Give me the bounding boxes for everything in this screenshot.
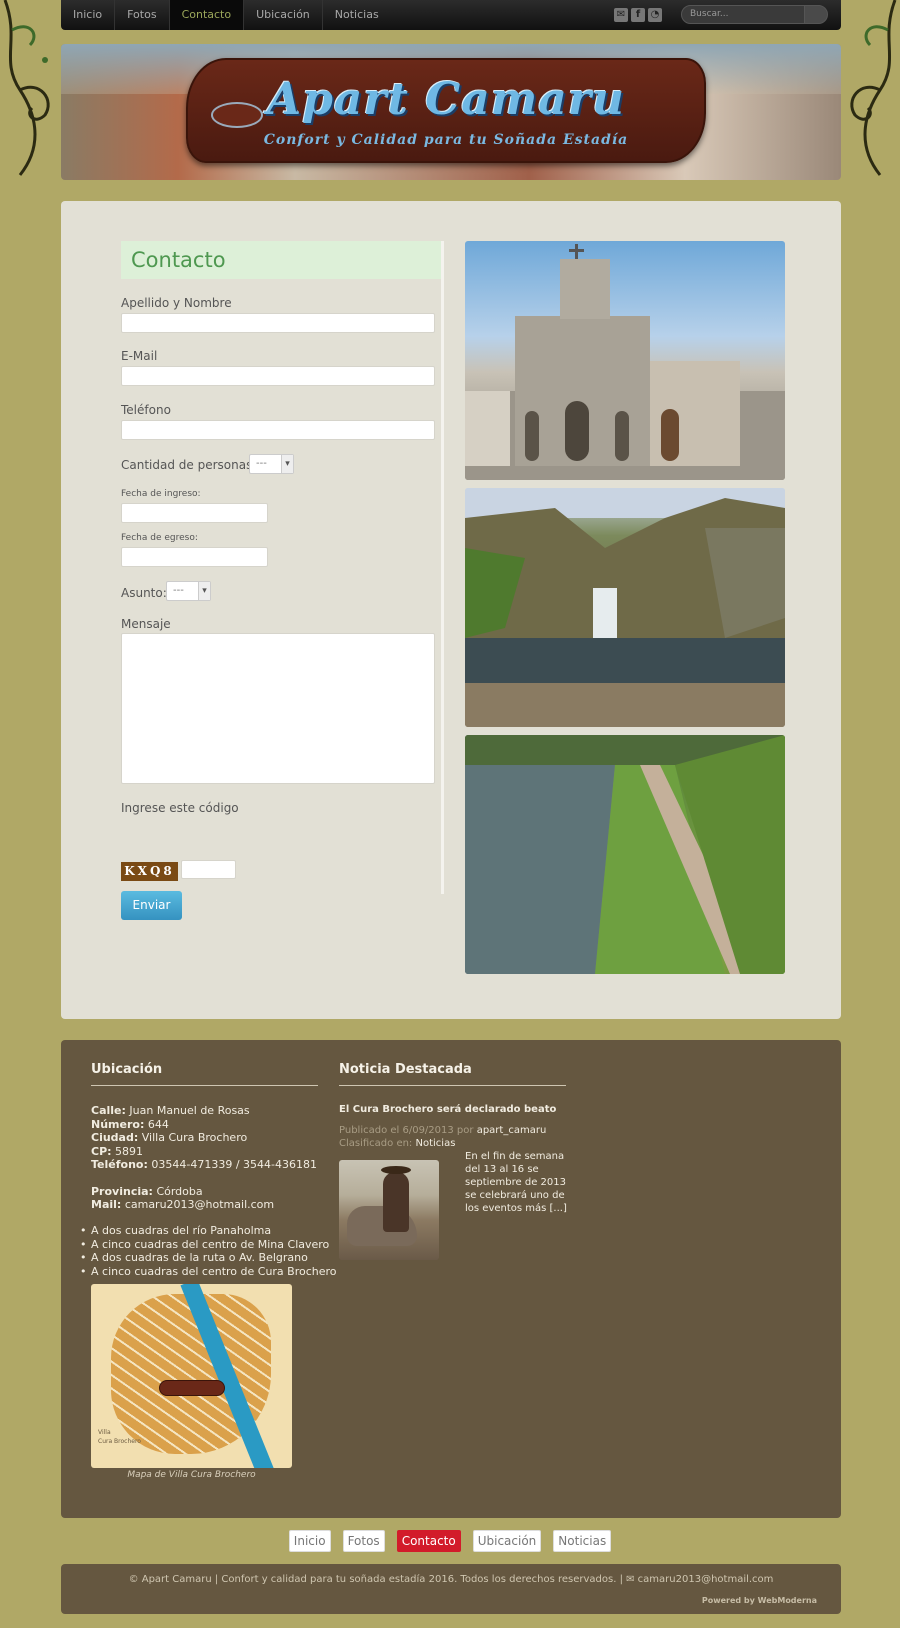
subject-select[interactable]: ---	[166, 581, 211, 601]
mail-value: camaru2013@hotmail.com	[124, 1198, 275, 1211]
number-value: 644	[147, 1117, 169, 1131]
map-town-label: Villa Cura Brochero	[98, 1429, 141, 1445]
footer-nav-inicio[interactable]: Inicio	[288, 1530, 331, 1552]
email-icon[interactable]: ✉	[614, 8, 628, 22]
province-value: Córdoba	[156, 1184, 203, 1198]
message-textarea[interactable]	[121, 633, 435, 784]
footer-nav-contacto[interactable]: Contacto	[396, 1530, 461, 1552]
list-item: A cinco cuadras del centro de Mina Clave…	[80, 1238, 337, 1252]
checkout-field[interactable]	[121, 547, 268, 567]
thumbnail-rider	[383, 1172, 409, 1232]
river-illustration	[465, 735, 785, 974]
people-select[interactable]: ---	[249, 454, 294, 474]
river-photo	[465, 735, 785, 974]
news-published: Publicado el 6/09/2013 por	[339, 1125, 474, 1136]
news-meta: Publicado el 6/09/2013 por apart_camaru …	[339, 1124, 569, 1150]
checkin-label: Fecha de ingreso:	[121, 489, 201, 499]
name-label: Apellido y Nombre	[121, 296, 232, 310]
nav-fotos[interactable]: Fotos	[115, 0, 170, 30]
footer-nav-noticias[interactable]: Noticias	[553, 1530, 612, 1552]
nav-contacto[interactable]: Contacto	[169, 0, 245, 30]
phone-label: Teléfono	[121, 403, 171, 417]
news-excerpt: En el fin de semana del 13 al 16 se sept…	[465, 1151, 567, 1214]
captcha-image: KXQ8	[121, 862, 178, 881]
thumbnail-hat	[381, 1166, 411, 1174]
facebook-icon[interactable]: f	[631, 8, 645, 22]
number-label: Número:	[91, 1117, 145, 1131]
map-logo-marker	[159, 1380, 225, 1396]
email-field[interactable]	[121, 366, 435, 386]
copyright-text: © Apart Camaru | Confort y calidad para …	[128, 1574, 774, 1585]
footer-nav-fotos[interactable]: Fotos	[342, 1530, 385, 1552]
church-illustration	[465, 244, 785, 480]
nav-noticias[interactable]: Noticias	[323, 0, 391, 30]
brand-name: Apart Camaru	[266, 74, 625, 125]
rss-icon[interactable]: ◔	[648, 8, 662, 22]
subject-label: Asunto:	[121, 586, 167, 600]
top-nav: Inicio Fotos Contacto Ubicación Noticias…	[61, 0, 841, 30]
waterfall-illustration	[465, 488, 785, 727]
main-content: Contacto Apellido y Nombre E-Mail Teléfo…	[61, 201, 841, 1019]
cp-value: 5891	[115, 1144, 144, 1158]
street-label: Calle:	[91, 1104, 126, 1117]
vine-decoration-left	[3, 0, 50, 176]
province-label: Provincia:	[91, 1184, 153, 1198]
mail-label: Mail:	[91, 1198, 122, 1211]
news-category-link[interactable]: Noticias	[416, 1138, 456, 1149]
email-label: E-Mail	[121, 349, 158, 363]
city-value: Villa Cura Brochero	[141, 1131, 248, 1144]
header-banner: Apart Camaru Confort y Calidad para tu S…	[61, 44, 841, 180]
cp-label: CP:	[91, 1144, 112, 1158]
checkout-label: Fecha de egreso:	[121, 533, 198, 543]
people-label: Cantidad de personas:	[121, 458, 257, 472]
nav-inicio[interactable]: Inicio	[61, 0, 116, 30]
news-headline[interactable]: El Cura Brochero será declarado beato	[339, 1104, 556, 1115]
search-button[interactable]	[804, 5, 828, 24]
name-field[interactable]	[121, 313, 435, 333]
contact-form: Contacto Apellido y Nombre E-Mail Teléfo…	[121, 241, 444, 920]
submit-button[interactable]: Enviar	[121, 891, 182, 920]
waterfall-photo	[465, 488, 785, 727]
phone-field[interactable]	[121, 420, 435, 440]
captcha-label: Ingrese este código	[121, 801, 239, 815]
news-thumbnail[interactable]	[339, 1160, 439, 1260]
street-value: Juan Manuel de Rosas	[129, 1104, 250, 1117]
phone-value: 03544-471339 / 3544-436181	[151, 1158, 317, 1171]
news-section-title: Noticia Destacada	[339, 1062, 566, 1086]
captcha-field[interactable]	[181, 860, 236, 879]
footer-nav: Inicio Fotos Contacto Ubicación Noticias	[0, 1530, 900, 1552]
town-map[interactable]: Villa Cura Brochero	[91, 1284, 292, 1468]
location-title: Ubicación	[91, 1062, 318, 1086]
news-author-link[interactable]: apart_camaru	[477, 1125, 547, 1136]
copyright-bar: © Apart Camaru | Confort y calidad para …	[61, 1564, 841, 1614]
list-item: A dos cuadras de la ruta o Av. Belgrano	[80, 1251, 337, 1265]
brand-slogan: Confort y Calidad para tu Soñada Estadía	[263, 132, 629, 148]
list-item: A dos cuadras del río Panaholma	[80, 1224, 337, 1238]
message-label: Mensaje	[121, 617, 171, 631]
checkin-field[interactable]	[121, 503, 268, 523]
church-photo	[465, 241, 785, 480]
phone-info-label: Teléfono:	[91, 1158, 148, 1171]
social-links: ✉ f ◔	[614, 8, 662, 22]
location-highlights: A dos cuadras del río Panaholma A cinco …	[80, 1224, 337, 1279]
address-block: Calle: Juan Manuel de Rosas Número: 644 …	[91, 1104, 321, 1212]
list-item: A cinco cuadras del centro de Cura Broch…	[80, 1265, 337, 1279]
footer-nav-ubicacion[interactable]: Ubicación	[472, 1530, 542, 1552]
powered-by-link[interactable]: Powered by WebModerna	[702, 1596, 817, 1605]
city-label: Ciudad:	[91, 1131, 139, 1144]
map-caption: Mapa de Villa Cura Brochero	[127, 1470, 256, 1480]
footer-info: Ubicación Calle: Juan Manuel de Rosas Nú…	[61, 1040, 841, 1518]
nav-ubicacion[interactable]: Ubicación	[244, 0, 323, 30]
news-category-label: Clasificado en:	[339, 1138, 413, 1149]
page-title: Contacto	[121, 241, 441, 279]
